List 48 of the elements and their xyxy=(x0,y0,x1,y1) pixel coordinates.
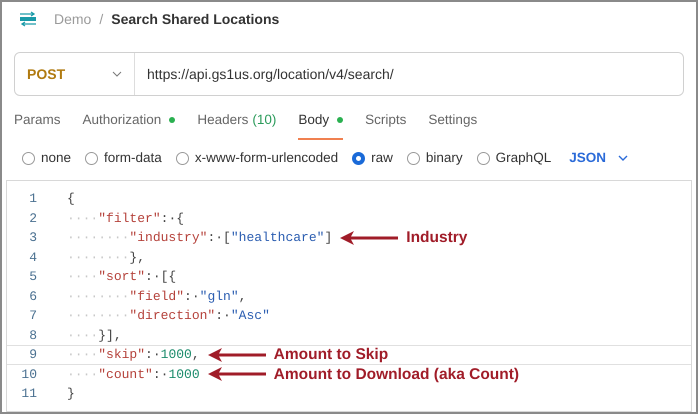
tab[interactable]: Settings xyxy=(428,110,478,140)
annotation-label: Amount to Skip xyxy=(274,345,388,366)
arrow-icon xyxy=(208,348,266,362)
radio-option[interactable]: GraphQL xyxy=(476,148,552,168)
code-line: { xyxy=(67,190,75,208)
tab[interactable]: Params xyxy=(14,110,61,140)
chevron-down-icon xyxy=(112,71,122,77)
code-line: ····"filter":·{ xyxy=(67,210,184,228)
tab[interactable]: Scripts xyxy=(365,110,406,140)
radio-option[interactable]: form-data xyxy=(85,148,162,168)
http-icon xyxy=(18,11,38,27)
chevron-down-icon xyxy=(618,155,628,161)
line-number: 3 xyxy=(28,229,37,247)
line-number: 8 xyxy=(28,326,37,344)
line-number: 7 xyxy=(28,307,37,325)
radio-option[interactable]: raw xyxy=(352,148,393,168)
code-line: ····}], xyxy=(67,326,122,344)
radio-option[interactable]: x-www-form-urlencoded xyxy=(176,148,338,168)
line-number: 9 xyxy=(28,346,37,364)
line-number: 4 xyxy=(28,248,37,266)
code-line: ····"count":·1000 xyxy=(67,366,200,384)
arrow-icon xyxy=(208,367,266,382)
radio-option[interactable]: none xyxy=(22,148,72,168)
line-number: 5 xyxy=(28,268,37,286)
code-editor[interactable] xyxy=(6,180,692,412)
radio-option[interactable]: binary xyxy=(406,148,463,168)
request-title: Search Shared Locations xyxy=(111,10,280,28)
tab[interactable]: Body xyxy=(298,110,344,140)
code-line: } xyxy=(67,385,75,403)
line-number: 1 xyxy=(28,190,37,208)
code-line: ········"industry":·["healthcare"] xyxy=(67,229,332,247)
line-number: 6 xyxy=(28,288,37,306)
code-line: ········}, xyxy=(67,248,146,266)
line-number: 11 xyxy=(20,385,37,403)
code-line: ········"direction":·"Asc" xyxy=(67,307,270,325)
line-number: 2 xyxy=(28,210,37,228)
format-dropdown[interactable]: JSON xyxy=(569,148,628,168)
request-bar[interactable]: POST https://api.gs1us.org/location/v4/search/ xyxy=(14,52,684,96)
line-number: 10 xyxy=(20,366,37,384)
code-line: ········"field":·"gln", xyxy=(67,288,246,306)
arrow-icon xyxy=(340,230,398,245)
annotation-label: Amount to Download (aka Count) xyxy=(274,364,520,385)
tab[interactable]: Headers (10) xyxy=(197,110,276,140)
code-line: ····"sort":·[{ xyxy=(67,268,176,286)
code-line: ····"skip":·1000, xyxy=(67,346,200,364)
tab[interactable]: Authorization xyxy=(82,110,176,140)
annotation-label: Industry xyxy=(406,228,468,248)
breadcrumb-separator: / xyxy=(99,10,104,28)
